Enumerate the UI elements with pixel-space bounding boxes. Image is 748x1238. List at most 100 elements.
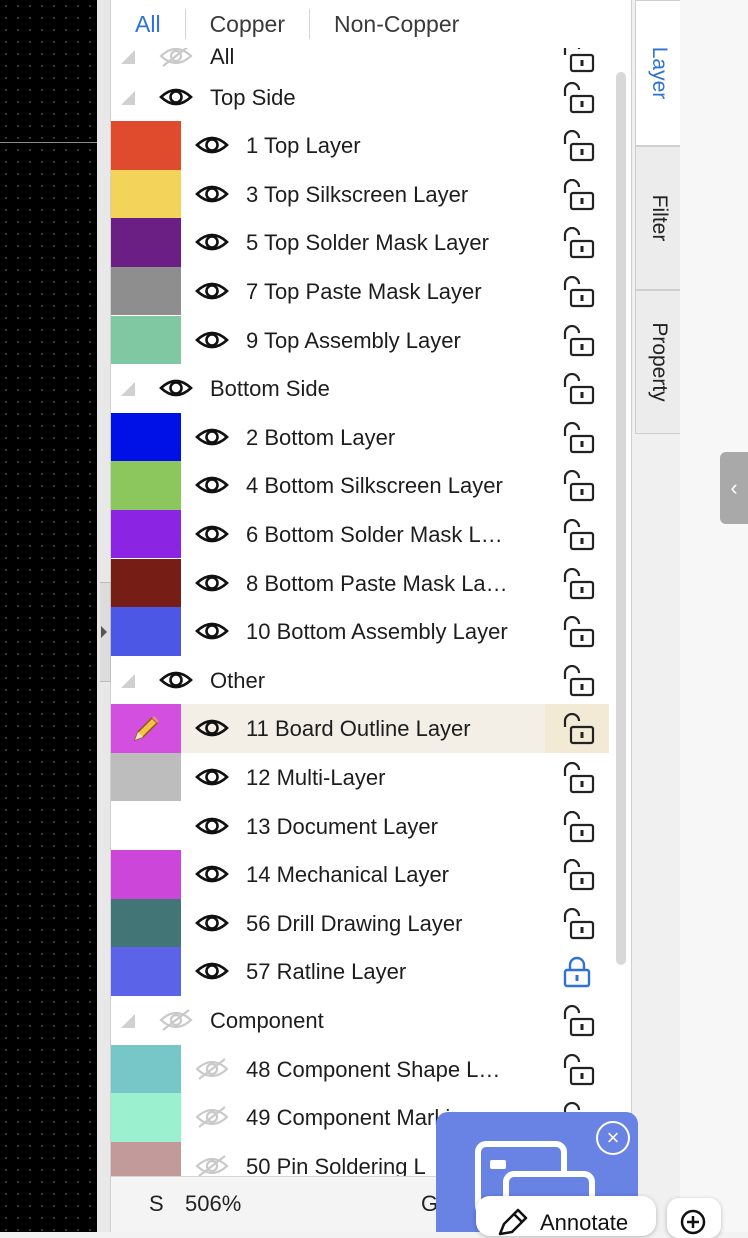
layer-color-swatch[interactable]	[111, 752, 181, 802]
layer-color-swatch[interactable]	[111, 898, 181, 948]
expand-panel-button[interactable]: ‹	[720, 452, 748, 524]
layer-row[interactable]: 1 Top Layer	[111, 121, 609, 170]
layer-group-row[interactable]: Bottom Side	[111, 364, 609, 413]
tab-all[interactable]: All	[111, 9, 185, 39]
unlock-icon[interactable]	[559, 713, 595, 745]
unlock-icon[interactable]	[559, 48, 595, 73]
collapse-triangle-icon[interactable]	[121, 382, 135, 397]
unlock-icon[interactable]	[559, 567, 595, 600]
eye-icon[interactable]	[159, 377, 193, 399]
layer-row[interactable]: 56 Drill Drawing Layer	[111, 898, 609, 948]
layer-color-swatch[interactable]	[111, 121, 181, 170]
layer-color-swatch[interactable]	[111, 558, 181, 608]
unlock-icon[interactable]	[559, 470, 595, 502]
layer-row[interactable]: 6 Bottom Solder Mask L…	[111, 509, 609, 559]
eye-icon[interactable]	[195, 960, 229, 982]
unlock-icon[interactable]	[559, 324, 595, 357]
unlock-icon[interactable]	[559, 1004, 595, 1037]
tab-non-copper[interactable]: Non-Copper	[310, 9, 483, 39]
layer-row[interactable]: 5 Top Solder Mask Layer	[111, 218, 609, 267]
layer-color-swatch[interactable]	[111, 1093, 181, 1142]
collapse-panel-handle[interactable]	[100, 582, 111, 682]
collapse-triangle-icon[interactable]	[121, 1013, 135, 1028]
eye-icon[interactable]	[195, 620, 229, 642]
add-button[interactable]	[667, 1198, 721, 1238]
unlock-icon[interactable]	[559, 275, 595, 308]
layer-row[interactable]: 48 Component Shape L…	[111, 1044, 609, 1094]
lock-icon[interactable]	[559, 956, 595, 988]
eye-icon[interactable]	[195, 231, 229, 253]
layer-row[interactable]: 10 Bottom Assembly Layer	[111, 607, 609, 656]
eye-off-icon[interactable]	[195, 1057, 229, 1080]
layer-row[interactable]: 8 Bottom Paste Mask La…	[111, 558, 609, 608]
layer-row[interactable]: 4 Bottom Silkscreen Layer	[111, 461, 609, 510]
layer-row[interactable]: 9 Top Assembly Layer	[111, 315, 609, 365]
eye-icon[interactable]	[195, 183, 229, 205]
layer-color-swatch[interactable]	[111, 1141, 181, 1176]
unlock-icon[interactable]	[559, 227, 595, 259]
layer-group-row[interactable]: Other	[111, 656, 609, 705]
side-tab-filter[interactable]: Filter	[635, 146, 681, 290]
layer-row[interactable]: 7 Top Paste Mask Layer	[111, 266, 609, 316]
eye-off-icon[interactable]	[159, 48, 193, 67]
layer-color-swatch[interactable]	[111, 947, 181, 996]
side-tab-property[interactable]: Property	[635, 290, 681, 434]
layer-row[interactable]: 14 Mechanical Layer	[111, 850, 609, 899]
layer-row[interactable]: 13 Document Layer	[111, 801, 609, 851]
eye-icon[interactable]	[195, 329, 229, 351]
layer-group-row[interactable]: Component	[111, 996, 609, 1045]
eye-icon[interactable]	[195, 280, 229, 302]
eye-icon[interactable]	[195, 815, 229, 837]
collapse-triangle-icon[interactable]	[121, 50, 135, 64]
collapse-triangle-icon[interactable]	[121, 90, 135, 105]
eye-icon[interactable]	[195, 474, 229, 496]
eye-icon[interactable]	[195, 134, 229, 156]
layer-row[interactable]: 3 Top Silkscreen Layer	[111, 169, 609, 219]
eye-icon[interactable]	[195, 863, 229, 885]
layer-color-swatch[interactable]	[111, 509, 181, 559]
eye-icon[interactable]	[195, 717, 229, 739]
layer-color-swatch[interactable]	[111, 1044, 181, 1094]
eye-icon[interactable]	[195, 766, 229, 788]
layer-row[interactable]: 11 Board Outline Layer	[111, 704, 609, 753]
unlock-icon[interactable]	[559, 761, 595, 794]
eye-icon[interactable]	[195, 426, 229, 448]
layer-group-row[interactable]: Top Side	[111, 73, 609, 122]
eye-icon[interactable]	[195, 912, 229, 934]
side-tab-layer[interactable]: Layer	[635, 0, 681, 146]
layer-color-swatch[interactable]	[111, 607, 181, 656]
layer-color-swatch[interactable]	[111, 461, 181, 510]
layer-color-swatch[interactable]	[111, 315, 181, 365]
unlock-icon[interactable]	[559, 810, 595, 843]
layer-color-swatch[interactable]	[111, 266, 181, 316]
unlock-icon[interactable]	[559, 130, 595, 162]
pcb-canvas[interactable]	[0, 0, 97, 1232]
eye-off-icon[interactable]	[159, 1009, 193, 1031]
layer-color-swatch[interactable]	[111, 218, 181, 267]
eye-off-icon[interactable]	[195, 1106, 229, 1128]
layer-color-swatch[interactable]	[111, 801, 181, 851]
unlock-icon[interactable]	[559, 907, 595, 940]
layer-row[interactable]: 57 Ratline Layer	[111, 947, 609, 996]
unlock-icon[interactable]	[559, 859, 595, 891]
eye-icon[interactable]	[159, 86, 193, 108]
layer-color-swatch[interactable]	[111, 412, 181, 462]
layer-row[interactable]: 2 Bottom Layer	[111, 412, 609, 462]
eye-icon[interactable]	[159, 669, 193, 691]
collapse-triangle-icon[interactable]	[121, 673, 135, 688]
layer-color-swatch[interactable]	[111, 704, 181, 753]
eye-off-icon[interactable]	[195, 1154, 229, 1176]
unlock-icon[interactable]	[559, 664, 595, 697]
layer-row[interactable]: 12 Multi-Layer	[111, 752, 609, 802]
unlock-icon[interactable]	[559, 1053, 595, 1086]
unlock-icon[interactable]	[559, 518, 595, 551]
tab-copper[interactable]: Copper	[186, 9, 309, 39]
widget-close-button[interactable]: ×	[596, 1121, 630, 1155]
annotate-button[interactable]: Annotate	[476, 1196, 656, 1236]
layer-color-swatch[interactable]	[111, 169, 181, 219]
eye-icon[interactable]	[195, 523, 229, 545]
unlock-icon[interactable]	[559, 81, 595, 114]
unlock-icon[interactable]	[559, 616, 595, 648]
unlock-icon[interactable]	[559, 421, 595, 454]
layer-list-scrollbar[interactable]	[616, 72, 626, 965]
